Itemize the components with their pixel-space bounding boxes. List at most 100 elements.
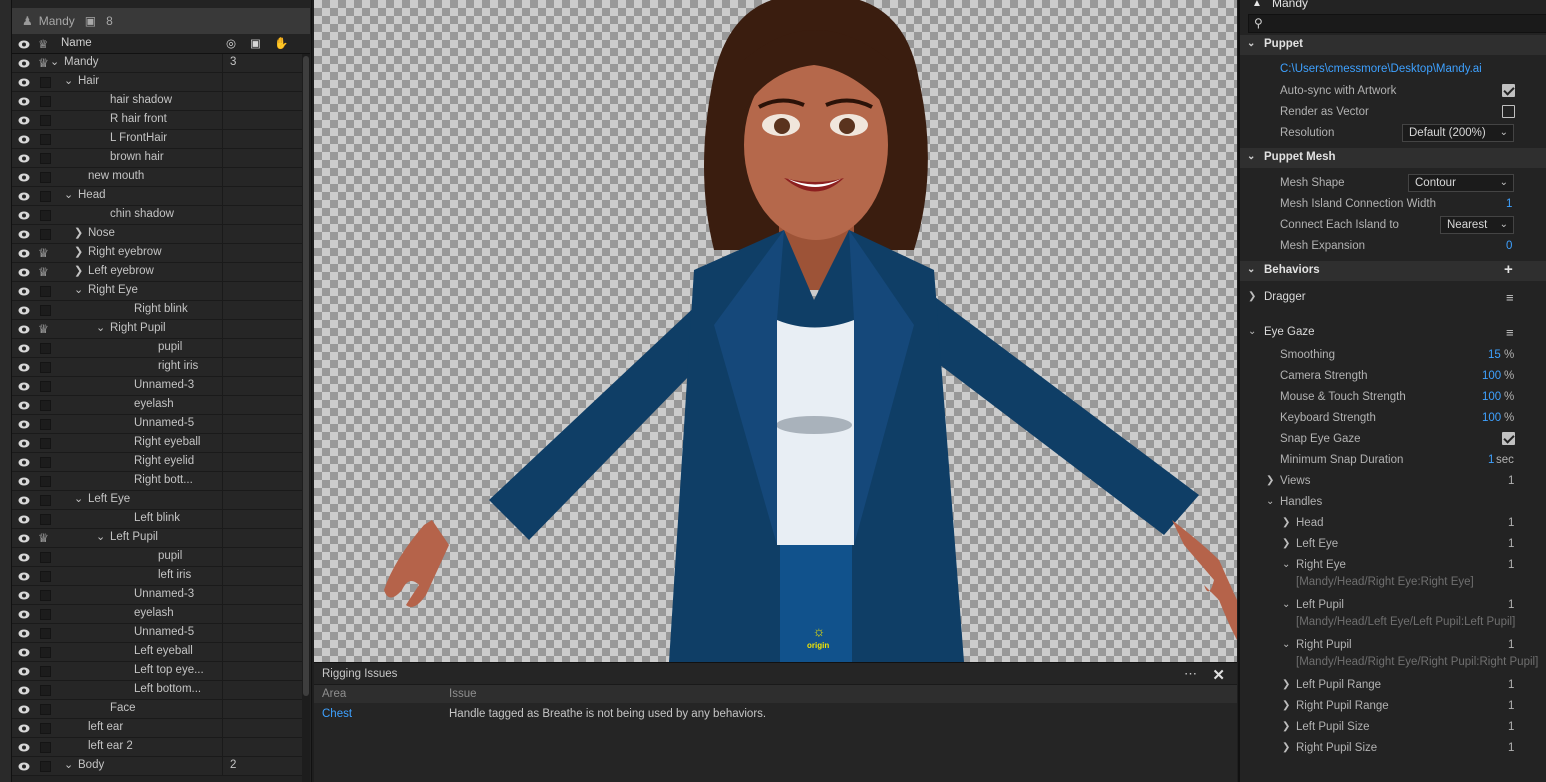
visibility-eye-icon[interactable] xyxy=(18,78,30,87)
handle-label[interactable]: Right Pupil xyxy=(1296,639,1352,651)
tag-checkbox[interactable] xyxy=(40,438,51,449)
tag-checkbox[interactable] xyxy=(40,400,51,411)
tag-checkbox[interactable] xyxy=(40,229,51,240)
visibility-eye-icon[interactable] xyxy=(18,553,30,562)
tag-checkbox[interactable] xyxy=(40,457,51,468)
handle-label[interactable]: Right Pupil Size xyxy=(1296,742,1377,754)
layer-row[interactable]: Right eyelid xyxy=(12,453,302,472)
handle-label[interactable]: Left Eye xyxy=(1296,538,1338,550)
issue-column-header[interactable]: Issue xyxy=(449,688,477,700)
visibility-eye-icon[interactable] xyxy=(18,135,30,144)
tag-checkbox[interactable] xyxy=(40,305,51,316)
tag-checkbox[interactable] xyxy=(40,761,51,772)
layer-row[interactable]: ⌄ Body 2 xyxy=(12,757,302,776)
layer-row[interactable]: Unnamed-3 xyxy=(12,586,302,605)
layer-row[interactable]: pupil xyxy=(12,339,302,358)
layer-row[interactable]: Left bottom... xyxy=(12,681,302,700)
visibility-eye-icon[interactable] xyxy=(18,382,30,391)
layer-row[interactable]: ♕ ❯ Right eyebrow xyxy=(12,244,302,263)
handle-label[interactable]: Head xyxy=(1296,517,1324,529)
layer-row[interactable]: ♕ ⌄ Left Pupil xyxy=(12,529,302,548)
min-snap-value[interactable]: 1 xyxy=(1488,454,1494,466)
layer-row[interactable]: Right blink xyxy=(12,301,302,320)
visibility-eye-icon[interactable] xyxy=(18,610,30,619)
chevron-down-icon[interactable]: ⌄ xyxy=(1282,559,1290,570)
crown-icon[interactable]: ♕ xyxy=(38,323,52,335)
island-width-value[interactable]: 1 xyxy=(1506,198,1512,210)
visibility-eye-icon[interactable] xyxy=(18,667,30,676)
tag-checkbox[interactable] xyxy=(40,362,51,373)
dragger-behavior[interactable]: Dragger xyxy=(1264,291,1306,303)
layer-row[interactable]: ❯ Nose xyxy=(12,225,302,244)
smoothing-value[interactable]: 15 xyxy=(1488,349,1501,361)
camera-column-icon[interactable]: ▣ xyxy=(250,36,261,50)
tag-checkbox[interactable] xyxy=(40,343,51,354)
tag-checkbox[interactable] xyxy=(40,210,51,221)
render-vector-checkbox[interactable] xyxy=(1502,105,1515,118)
target-column-icon[interactable]: ◎ xyxy=(226,36,236,50)
handles-label[interactable]: Handles xyxy=(1280,496,1322,508)
handle-label[interactable]: Right Pupil Range xyxy=(1296,700,1389,712)
visibility-eye-icon[interactable] xyxy=(18,743,30,752)
tag-checkbox[interactable] xyxy=(40,495,51,506)
visibility-eye-icon[interactable] xyxy=(18,192,30,201)
chevron-right-icon[interactable]: ❯ xyxy=(74,226,83,239)
tag-checkbox[interactable] xyxy=(40,381,51,392)
crown-column-icon[interactable]: ♕ xyxy=(38,37,48,51)
touch-column-icon[interactable]: ✋ xyxy=(274,36,288,50)
tag-checkbox[interactable] xyxy=(40,191,51,202)
tag-checkbox[interactable] xyxy=(40,571,51,582)
layer-row[interactable]: Unnamed-5 xyxy=(12,415,302,434)
tag-checkbox[interactable] xyxy=(40,514,51,525)
tag-checkbox[interactable] xyxy=(40,590,51,601)
visibility-eye-icon[interactable] xyxy=(18,306,30,315)
add-behavior-icon[interactable]: + xyxy=(1504,261,1513,278)
tag-checkbox[interactable] xyxy=(40,419,51,430)
visibility-eye-icon[interactable] xyxy=(18,97,30,106)
visibility-eye-icon[interactable] xyxy=(18,363,30,372)
tag-checkbox[interactable] xyxy=(40,742,51,753)
crown-icon[interactable]: ♕ xyxy=(38,266,52,278)
layer-row[interactable]: new mouth xyxy=(12,168,302,187)
layer-row[interactable]: left ear xyxy=(12,719,302,738)
visibility-eye-icon[interactable] xyxy=(18,724,30,733)
chevron-down-icon[interactable]: ⌄ xyxy=(96,321,105,334)
scroll-thumb[interactable] xyxy=(303,56,309,696)
visibility-eye-icon[interactable] xyxy=(18,401,30,410)
chevron-down-icon[interactable]: ⌄ xyxy=(64,74,73,87)
layers-scrollbar[interactable] xyxy=(302,54,310,782)
chevron-down-icon[interactable]: ⌄ xyxy=(74,492,83,505)
layer-row[interactable]: brown hair xyxy=(12,149,302,168)
layer-row[interactable]: hair shadow xyxy=(12,92,302,111)
visibility-eye-icon[interactable] xyxy=(18,154,30,163)
name-column-header[interactable]: Name xyxy=(61,37,92,49)
chevron-down-icon[interactable]: ⌄ xyxy=(1248,326,1256,337)
visibility-eye-icon[interactable] xyxy=(18,458,30,467)
menu-icon[interactable]: ≡ xyxy=(1506,325,1514,340)
chevron-down-icon[interactable]: ⌄ xyxy=(50,55,59,68)
visibility-eye-icon[interactable] xyxy=(18,762,30,771)
issue-area-link[interactable]: Chest xyxy=(322,708,352,720)
layer-row[interactable]: Unnamed-5 xyxy=(12,624,302,643)
close-icon[interactable]: ✕ xyxy=(1212,666,1225,684)
tag-checkbox[interactable] xyxy=(40,476,51,487)
rigging-issue-row[interactable]: Chest Handle tagged as Breathe is not be… xyxy=(314,703,1237,725)
behaviors-section-header[interactable]: ⌄ Behaviors + xyxy=(1240,261,1546,281)
layer-row[interactable]: Left blink xyxy=(12,510,302,529)
tag-checkbox[interactable] xyxy=(40,609,51,620)
layer-row[interactable]: Right eyeball xyxy=(12,434,302,453)
keyboard-strength-value[interactable]: 100 xyxy=(1482,412,1501,424)
menu-icon[interactable]: ≡ xyxy=(1506,290,1514,305)
layer-row[interactable]: ⌄ Left Eye xyxy=(12,491,302,510)
tag-checkbox[interactable] xyxy=(40,723,51,734)
layer-row[interactable]: ♕ ⌄ Mandy 3 xyxy=(12,54,302,73)
mesh-shape-select[interactable]: Contour ⌄ xyxy=(1408,174,1514,192)
tag-checkbox[interactable] xyxy=(40,704,51,715)
visibility-eye-icon[interactable] xyxy=(18,496,30,505)
tag-checkbox[interactable] xyxy=(40,172,51,183)
area-column-header[interactable]: Area xyxy=(322,688,346,700)
visibility-eye-icon[interactable] xyxy=(18,344,30,353)
visibility-eye-icon[interactable] xyxy=(18,591,30,600)
chevron-right-icon[interactable]: ❯ xyxy=(1248,291,1256,302)
crown-icon[interactable]: ♕ xyxy=(38,247,52,259)
